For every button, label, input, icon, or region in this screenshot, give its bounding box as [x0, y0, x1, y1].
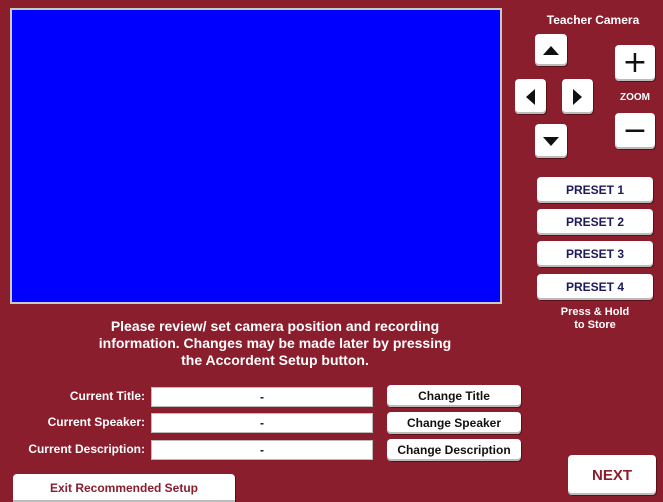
arrow-left-icon — [526, 88, 535, 105]
current-title-field: - — [151, 387, 373, 407]
next-button[interactable]: NEXT — [568, 455, 656, 495]
preset-3-button[interactable]: PRESET 3 — [537, 241, 653, 267]
camera-title: Teacher Camera — [546, 13, 640, 27]
zoom-in-button[interactable]: + — [615, 45, 655, 81]
arrow-up-icon — [543, 45, 559, 55]
exit-setup-button[interactable]: Exit Recommended Setup — [13, 474, 235, 502]
minus-icon: − — [622, 113, 648, 148]
zoom-label: ZOOM — [620, 92, 650, 103]
camera-preview — [10, 8, 502, 304]
zoom-out-button[interactable]: − — [615, 113, 655, 149]
preset-1-button[interactable]: PRESET 1 — [537, 177, 653, 203]
instructions-line-1: Please review/ set camera position and r… — [110, 318, 440, 334]
current-speaker-label: Current Speaker: — [47, 415, 145, 429]
preset-4-button[interactable]: PRESET 4 — [537, 274, 653, 300]
store-note: Press & Hold to Store — [537, 306, 653, 332]
current-description-label: Current Description: — [28, 442, 145, 456]
tilt-down-button[interactable] — [535, 124, 567, 158]
change-speaker-button[interactable]: Change Speaker — [387, 412, 521, 434]
instructions-text: Please review/ set camera position and r… — [60, 318, 490, 369]
instructions-line-2: information. Changes may be made later b… — [98, 335, 452, 351]
pan-right-button[interactable] — [562, 79, 593, 114]
current-speaker-field: - — [151, 413, 373, 433]
preset-2-button[interactable]: PRESET 2 — [537, 209, 653, 235]
plus-icon: + — [622, 45, 648, 80]
arrow-down-icon — [543, 136, 559, 146]
tilt-up-button[interactable] — [535, 34, 567, 66]
instructions-line-3: the Accordent Setup button. — [181, 352, 369, 368]
arrow-right-icon — [573, 88, 582, 105]
change-description-button[interactable]: Change Description — [387, 439, 521, 461]
store-note-line-2: to Store — [574, 319, 616, 331]
store-note-line-1: Press & Hold — [560, 306, 630, 318]
change-title-button[interactable]: Change Title — [387, 385, 521, 407]
current-title-label: Current Title: — [69, 389, 145, 403]
current-description-field: - — [151, 440, 373, 460]
pan-left-button[interactable] — [515, 79, 546, 114]
